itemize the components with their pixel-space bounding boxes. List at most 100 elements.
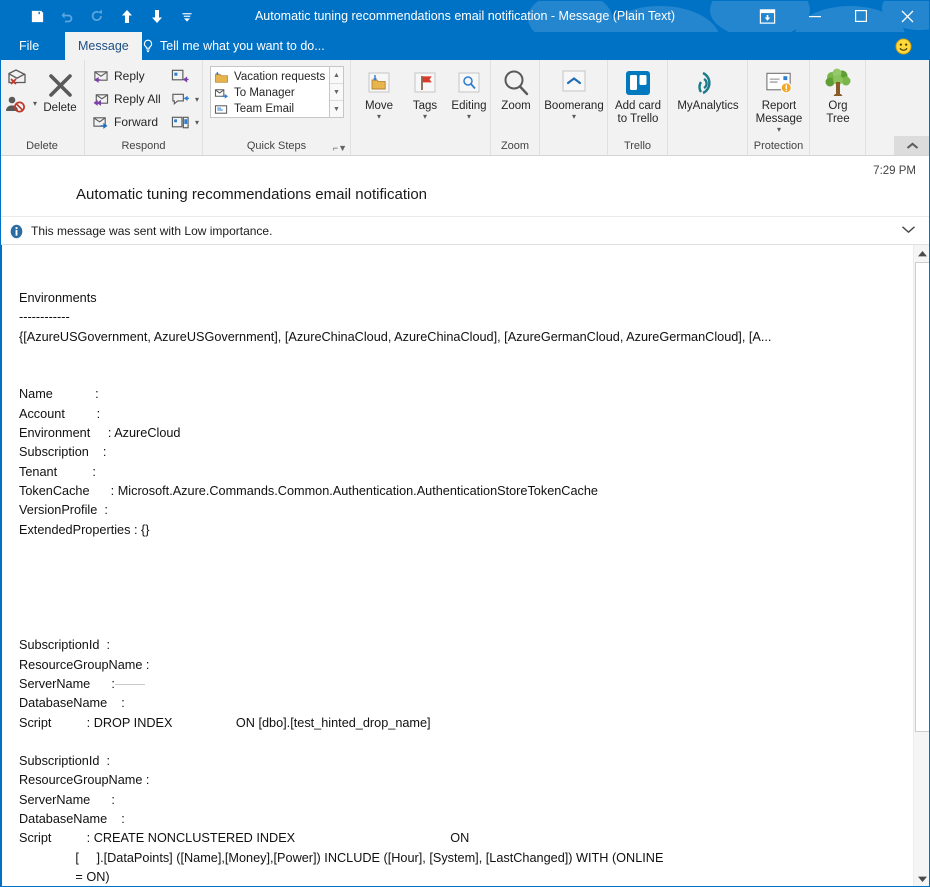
org-tree-icon (822, 66, 854, 100)
ribbon-group-org-tree: Org Tree (810, 60, 866, 155)
trello-icon (623, 66, 653, 100)
tags-caret-icon: ▾ (423, 113, 427, 121)
previous-item-icon[interactable] (112, 1, 142, 31)
tell-me-search[interactable]: Tell me what you want to do... (142, 32, 325, 60)
quick-step-team-email[interactable]: Team Email (214, 101, 329, 117)
zoom-button[interactable]: Zoom (488, 66, 544, 113)
body-line (19, 598, 771, 617)
meeting-icon (171, 68, 190, 84)
zoom-magnifier-icon (501, 66, 531, 100)
myanalytics-button[interactable]: MyAnalytics (672, 66, 744, 113)
undo-icon[interactable] (52, 1, 82, 31)
scroll-up-arrow-icon[interactable] (914, 245, 930, 262)
window-controls (742, 0, 930, 32)
im-respond-button[interactable]: ▾ (171, 92, 199, 108)
tab-file[interactable]: File (6, 32, 52, 60)
quick-step-to-manager[interactable]: To Manager (214, 85, 329, 101)
message-info-text: This message was sent with Low importanc… (31, 224, 272, 238)
body-line: ServerName : (19, 791, 771, 810)
body-line: ResourceGroupName : (19, 656, 771, 675)
boomerang-icon (559, 66, 589, 100)
expand-header-chevron-down-icon[interactable] (901, 222, 916, 237)
junk-person-blocked-icon (4, 94, 28, 114)
body-vertical-scrollbar[interactable] (913, 245, 930, 887)
scroll-down-arrow-icon[interactable] (914, 870, 930, 887)
body-line (19, 540, 771, 559)
trello-label: Add card to Trello (615, 100, 661, 126)
save-icon[interactable] (22, 1, 52, 31)
quick-steps-scroll-down-icon[interactable]: ▼ (330, 84, 343, 101)
forward-mail-icon (214, 87, 229, 100)
message-body-text: Environments------------{[AzureUSGovernm… (19, 289, 771, 887)
quick-steps-dialog-launcher[interactable]: ⌐▼ (333, 143, 347, 153)
smiley-face-icon[interactable] (895, 38, 912, 55)
editing-magnifier-icon (455, 66, 483, 100)
close-icon[interactable] (884, 0, 930, 32)
body-line: ServerName : (19, 675, 771, 694)
collapse-ribbon-chevron-up-icon[interactable] (894, 136, 930, 155)
message-subject: Automatic tuning recommendations email n… (76, 186, 427, 203)
title-bar: Automatic tuning recommendations email n… (0, 0, 930, 32)
ribbon-tab-strip: File Message Tell me what you want to do… (0, 32, 930, 60)
forward-icon (92, 114, 109, 129)
body-line: = ON) (19, 868, 771, 887)
reply-all-icon (92, 91, 109, 106)
move-caret-icon: ▾ (377, 113, 381, 121)
ribbon-group-label-delete: Delete (0, 140, 84, 152)
report-message-button[interactable]: Report Message ▾ (751, 66, 807, 134)
body-line: SubscriptionId : (19, 752, 771, 771)
im-respond-icon (171, 92, 190, 108)
body-line: Subscription : (19, 443, 771, 462)
delete-button-label: Delete (43, 102, 76, 115)
add-card-to-trello-button[interactable]: Add card to Trello (610, 66, 666, 126)
redo-icon[interactable] (82, 1, 112, 31)
tab-message[interactable]: Message (65, 32, 142, 60)
meeting-button[interactable] (171, 68, 190, 84)
quick-steps-gallery[interactable]: Vacation requests To Manager Team Email (210, 66, 330, 118)
body-line: Name : (19, 385, 771, 404)
body-line (19, 617, 771, 636)
move-folder-icon (365, 66, 393, 100)
quick-steps-scroll[interactable]: ▲ ▼ ▼ (330, 66, 344, 118)
redacted-value (115, 684, 145, 685)
respond-more-caret-icon: ▾ (195, 96, 199, 104)
reply-all-label: Reply All (114, 92, 161, 106)
forward-button[interactable]: Forward (92, 114, 158, 129)
minimize-icon[interactable] (792, 0, 838, 32)
myanalytics-icon (692, 66, 724, 100)
maximize-icon[interactable] (838, 0, 884, 32)
customize-quick-access-toolbar-icon[interactable] (172, 1, 202, 31)
scroll-thumb[interactable] (915, 262, 930, 732)
boomerang-button[interactable]: Boomerang ▾ (542, 66, 606, 121)
ribbon-group-protection: Report Message ▾ Protection (748, 60, 810, 155)
delete-x-icon (47, 68, 74, 102)
quick-step-label: To Manager (234, 87, 295, 99)
quick-steps-more-icon[interactable]: ▼ (330, 101, 343, 117)
message-time: 7:29 PM (873, 165, 916, 177)
reply-icon (92, 68, 109, 83)
message-info-bar[interactable]: This message was sent with Low importanc… (0, 216, 930, 245)
ribbon: ▾ Delete Delete Reply (0, 60, 930, 156)
info-icon (9, 224, 24, 239)
reply-meeting-button[interactable]: ▾ (171, 115, 199, 131)
quick-step-vacation-requests[interactable]: Vacation requests (214, 69, 329, 85)
lightbulb-icon (142, 39, 154, 53)
body-line: TokenCache : Microsoft.Azure.Commands.Co… (19, 482, 771, 501)
boomerang-caret-icon: ▾ (572, 113, 576, 121)
org-tree-button[interactable]: Org Tree (810, 66, 866, 126)
body-line: Tenant : (19, 463, 771, 482)
body-line: SubscriptionId : (19, 636, 771, 655)
next-item-icon[interactable] (142, 1, 172, 31)
reply-all-button[interactable]: Reply All (92, 91, 161, 106)
body-line (19, 347, 771, 366)
quick-steps-scroll-up-icon[interactable]: ▲ (330, 67, 343, 84)
ribbon-group-trello: Add card to Trello Trello (608, 60, 668, 155)
body-line: Environments (19, 289, 771, 308)
reply-button[interactable]: Reply (92, 68, 145, 83)
ignore-button[interactable] (6, 68, 28, 88)
ribbon-display-options-icon[interactable] (742, 0, 792, 32)
message-body[interactable]: Environments------------{[AzureUSGovernm… (0, 245, 930, 887)
delete-button[interactable]: Delete (32, 68, 88, 115)
reply-meeting-icon (171, 115, 190, 131)
ribbon-group-label-trello: Trello (608, 140, 667, 152)
